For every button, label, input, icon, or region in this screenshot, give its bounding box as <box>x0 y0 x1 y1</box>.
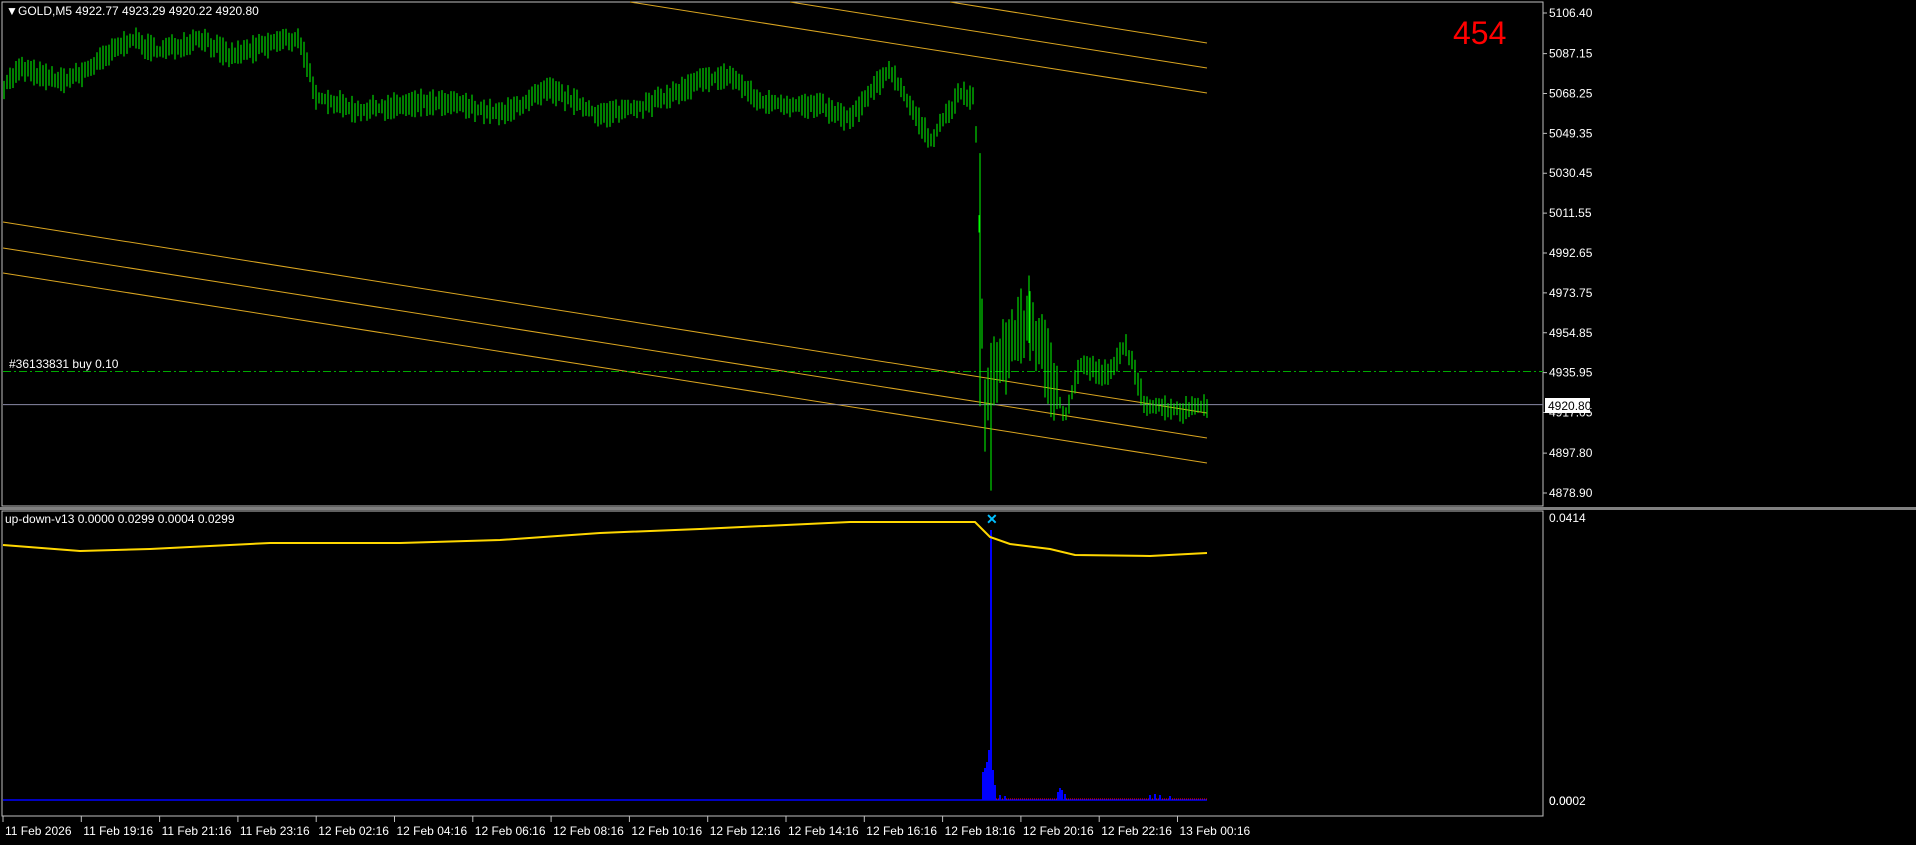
time-tick-label: 11 Feb 23:16 <box>240 824 310 838</box>
price-tick-label: 4992.65 <box>1549 246 1593 260</box>
price-tick-label: 5087.15 <box>1549 47 1593 61</box>
upper-channel-line-3 <box>949 1 1208 44</box>
indicator-scale-top: 0.0414 <box>1549 511 1586 525</box>
price-tick-label: 5030.45 <box>1549 166 1593 180</box>
indicator-histogram <box>3 530 1207 801</box>
price-tick-label: 4878.90 <box>1549 486 1593 500</box>
order-label: #36133831 buy 0.10 <box>9 357 119 371</box>
price-bars <box>3 27 1208 491</box>
price-tick-label: 5011.55 <box>1549 206 1592 220</box>
price-tick-label: 4954.85 <box>1549 326 1593 340</box>
terminal-chart-window[interactable]: ✕ ▼ GOLD,M5 4922.77 4923.29 4920.22 4920… <box>0 0 1916 840</box>
time-tick-label: 11 Feb 2026 <box>5 824 72 838</box>
time-tick-label: 12 Feb 22:16 <box>1101 824 1172 838</box>
time-tick-label: 12 Feb 12:16 <box>710 824 781 838</box>
time-tick-label: 12 Feb 20:16 <box>1023 824 1094 838</box>
time-tick-label: 12 Feb 06:16 <box>475 824 546 838</box>
time-axis[interactable]: 11 Feb 2026 11 Feb 19:16 11 Feb 21:16 11 Fe… <box>2 816 1251 838</box>
lower-channel-line-1 <box>2 221 1208 414</box>
time-tick-label: 12 Feb 10:16 <box>631 824 702 838</box>
upper-channel-line-2 <box>789 1 1208 69</box>
time-tick-label: 12 Feb 02:16 <box>318 824 389 838</box>
counter-label: 454 <box>1453 15 1506 51</box>
time-tick-label: 12 Feb 08:16 <box>553 824 624 838</box>
time-tick-label: 12 Feb 18:16 <box>945 824 1016 838</box>
time-tick-label: 11 Feb 19:16 <box>83 824 153 838</box>
signal-marker-icon: ✕ <box>986 511 998 527</box>
indicator-line <box>2 521 1208 558</box>
price-tick-label: 4897.80 <box>1549 446 1593 460</box>
time-tick-label: 12 Feb 16:16 <box>866 824 937 838</box>
time-tick-label: 12 Feb 04:16 <box>397 824 468 838</box>
time-tick-label: 12 Feb 14:16 <box>788 824 859 838</box>
lower-channel-line-3 <box>2 272 1208 464</box>
price-tick-label: 4935.95 <box>1549 366 1593 380</box>
chart-header: GOLD,M5 4922.77 4923.29 4920.22 4920.80 <box>18 4 259 18</box>
price-axis[interactable]: 5106.40 5087.15 5068.25 5049.35 5030.45 5011.… <box>1543 6 1593 500</box>
indicator-header: up-down-v13 0.0000 0.0299 0.0004 0.0299 <box>5 512 235 526</box>
upper-channel-line-1 <box>629 1 1208 94</box>
chart-header-arrow-icon[interactable]: ▼ <box>6 4 18 18</box>
main-chart-frame <box>1 1 1544 507</box>
current-price-label: 4920.80 <box>1548 399 1592 413</box>
price-tick-label: 4973.75 <box>1549 286 1593 300</box>
chart-canvas[interactable]: ✕ ▼ GOLD,M5 4922.77 4923.29 4920.22 4920… <box>0 0 1916 840</box>
lower-channel-line-2 <box>2 247 1208 439</box>
price-tick-label: 5106.40 <box>1549 6 1593 20</box>
price-tick-label: 5068.25 <box>1549 86 1593 100</box>
price-tick-label: 5049.35 <box>1549 126 1593 140</box>
channel-lines <box>2 1 1208 464</box>
time-tick-label: 13 Feb 00:16 <box>1180 824 1251 838</box>
indicator-scale-bottom: 0.0002 <box>1549 794 1586 808</box>
indicator-frame <box>1 510 1544 817</box>
time-tick-label: 11 Feb 21:16 <box>162 824 232 838</box>
